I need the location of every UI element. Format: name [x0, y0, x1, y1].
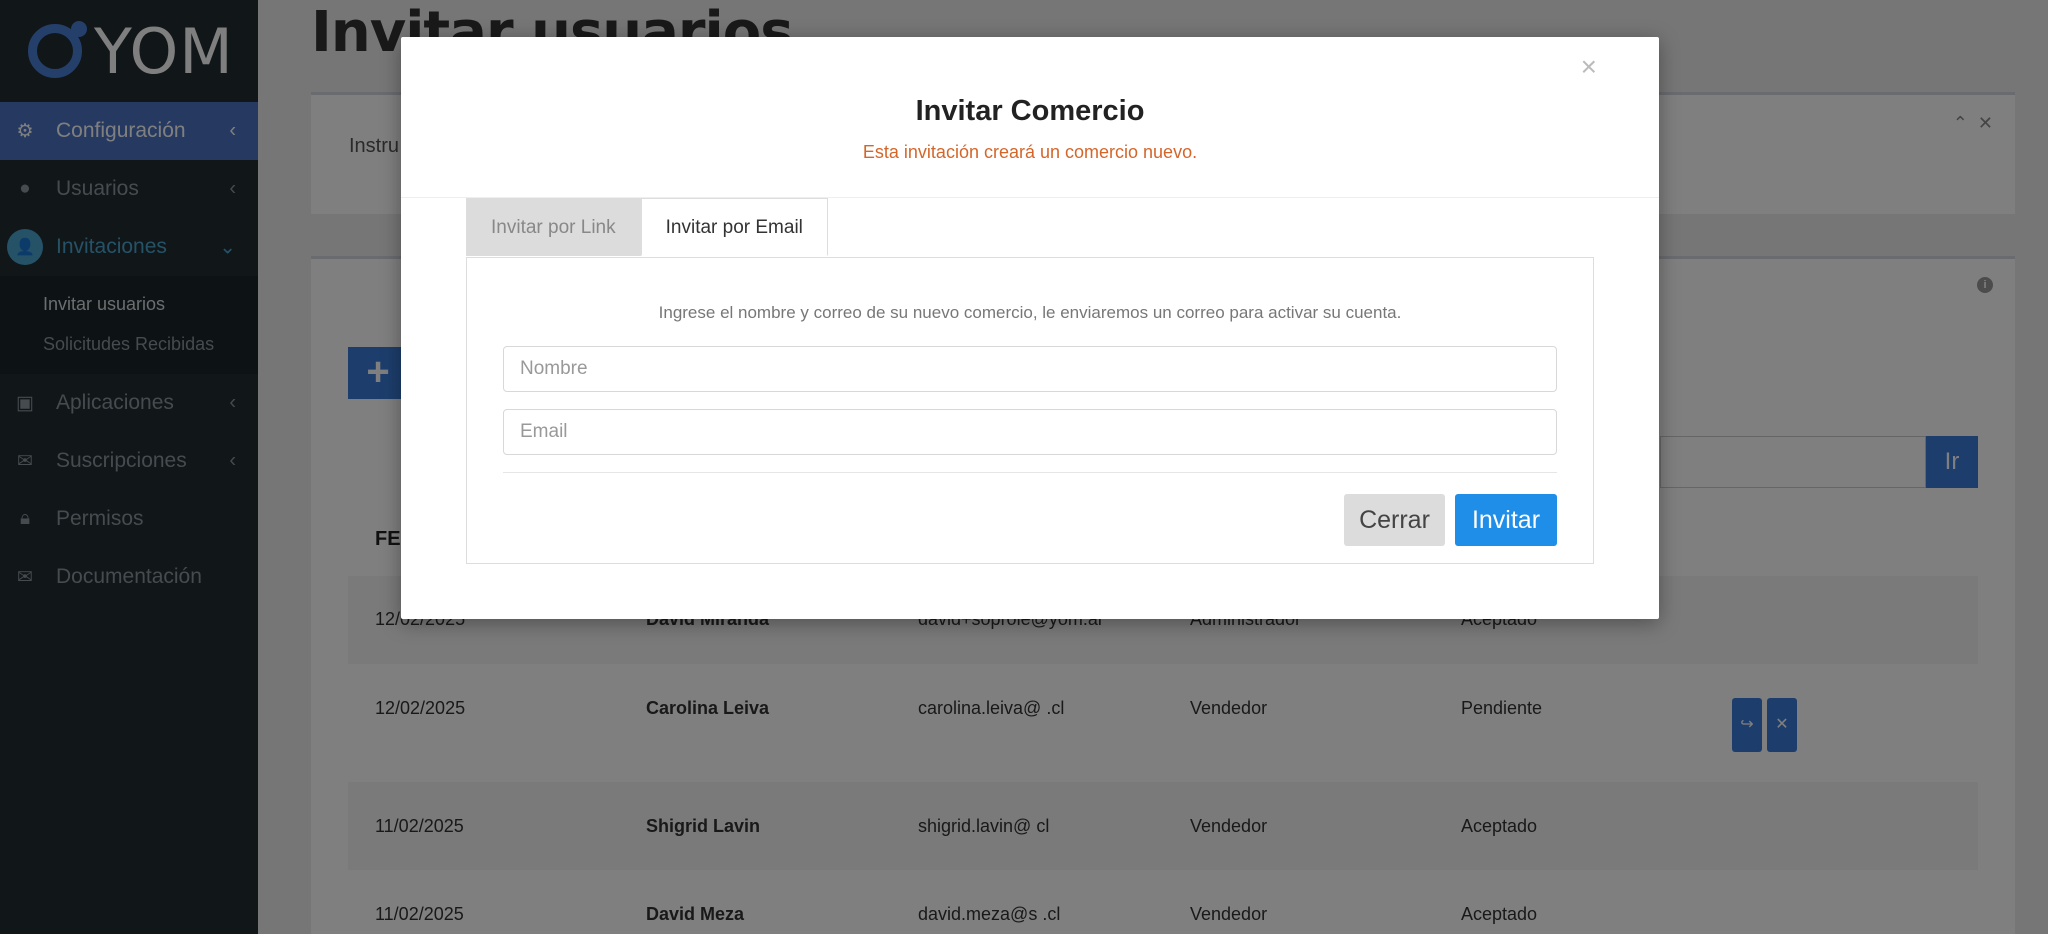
- invite-commerce-modal: × Invitar Comercio Esta invitación crear…: [401, 37, 1659, 619]
- email-input[interactable]: [503, 409, 1557, 455]
- tab-invitar-por-email[interactable]: Invitar por Email: [640, 198, 828, 256]
- tab-invitar-por-link[interactable]: Invitar por Link: [466, 198, 641, 256]
- modal-title: Invitar Comercio: [915, 95, 1145, 127]
- panel-divider: [503, 472, 1557, 473]
- modal-subtitle: Esta invitación creará un comercio nuevo…: [862, 142, 1198, 162]
- email-tab-panel: Ingrese el nombre y correo de su nuevo c…: [466, 257, 1594, 564]
- name-input[interactable]: [503, 346, 1557, 392]
- invite-tabs: Invitar por Link Invitar por Email: [466, 198, 828, 256]
- invite-button[interactable]: Invitar: [1455, 494, 1557, 546]
- cancel-button[interactable]: Cerrar: [1344, 494, 1445, 546]
- close-icon[interactable]: ×: [1581, 51, 1597, 83]
- panel-description: Ingrese el nombre y correo de su nuevo c…: [658, 303, 1402, 322]
